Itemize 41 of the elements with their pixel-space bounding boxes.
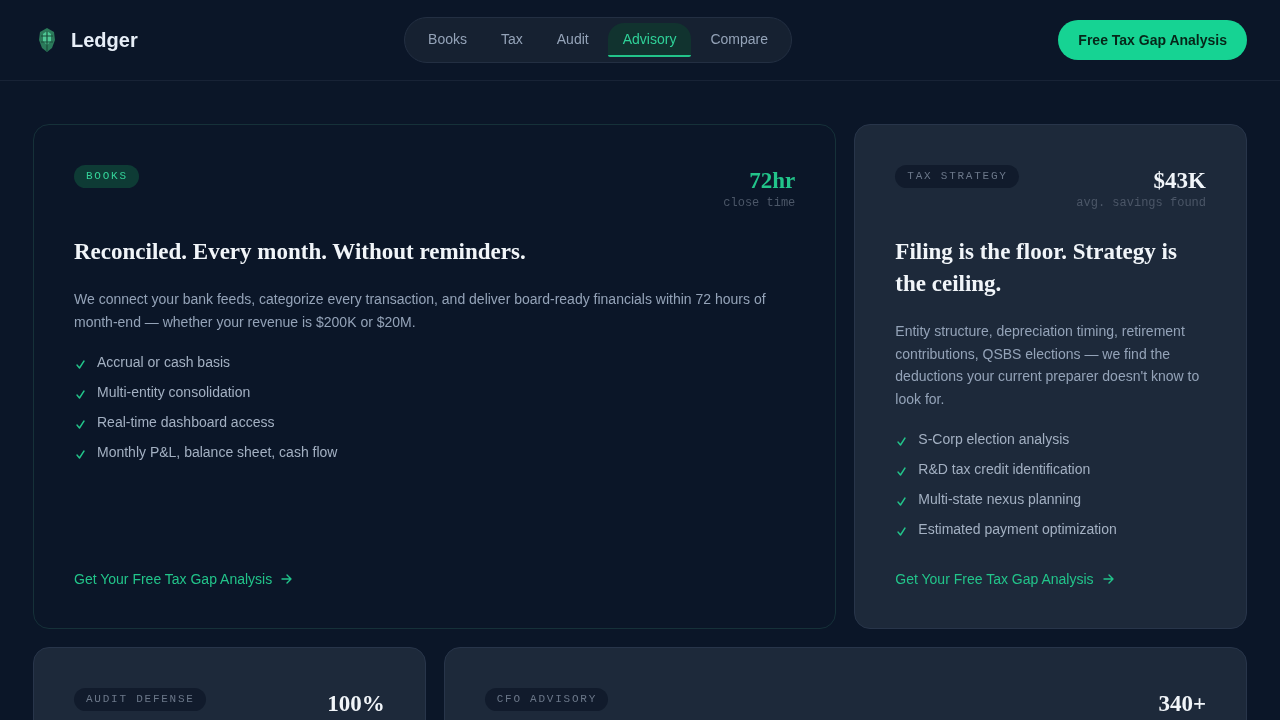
feature-text: R&D tax credit identification <box>918 461 1091 477</box>
brand-name: Ledger <box>71 28 138 52</box>
feature-text: Accrual or cash basis <box>97 354 231 370</box>
check-icon <box>897 496 907 506</box>
feature-text: Estimated payment optimization <box>918 521 1117 537</box>
feature-text: Multi-entity consolidation <box>97 384 251 400</box>
stat-value: 72hr <box>749 168 796 194</box>
nav-tab[interactable]: Audit <box>541 23 604 57</box>
cta-button[interactable]: Free Tax Gap Analysis <box>1058 20 1247 60</box>
feature-text: Monthly P&L, balance sheet, cash flow <box>97 444 338 460</box>
stat-value: 100% <box>327 691 385 717</box>
cta-link[interactable]: Get Your Free Tax Gap Analysis <box>895 571 1114 587</box>
check-icon <box>897 466 907 476</box>
category-tag: CFO ADVISORY <box>484 688 608 711</box>
check-icon <box>76 359 85 369</box>
category-tag: BOOKS <box>74 165 139 188</box>
nav-tab[interactable]: Books <box>413 23 482 57</box>
nav-tab[interactable]: Advisory <box>607 23 692 57</box>
feature-text: Multi-state nexus planning <box>918 491 1081 507</box>
stat-value: 340+ <box>1158 691 1206 717</box>
check-icon <box>76 419 85 429</box>
arrow-right-icon <box>1102 574 1114 584</box>
check-icon <box>897 526 907 536</box>
logo-icon <box>37 27 57 53</box>
stat-label: close time <box>723 195 796 211</box>
feature-text: Real-time dashboard access <box>97 414 275 430</box>
arrow-right-icon <box>281 574 293 584</box>
nav-tab[interactable]: Compare <box>695 23 783 57</box>
category-tag: AUDIT DEFENSE <box>74 688 206 711</box>
category-tag: TAX STRATEGY <box>895 165 1019 188</box>
check-icon <box>897 436 907 446</box>
cta-link[interactable]: Get Your Free Tax Gap Analysis <box>74 571 293 587</box>
feature-text: S-Corp election analysis <box>918 431 1070 447</box>
card-title: Reconciled. Every month. Without reminders. <box>74 238 527 266</box>
check-icon <box>76 449 85 459</box>
check-icon <box>76 389 85 399</box>
card-title: Filing is the floor. Strategy is the ceiling. <box>895 238 1178 298</box>
card-description: We connect your bank feeds, categorize every transaction, and deliver board-ready financials within 72 hours of month-end — whether your revenue is $200K or $20M. <box>74 290 767 332</box>
nav-tab[interactable]: Tax <box>486 23 538 57</box>
stat-value: $43K <box>1153 168 1206 194</box>
card-description: Entity structure, depreciation timing, retirement contributions, QSBS elections — we find the deductions your current preparer doesn't know to look for. <box>895 322 1201 409</box>
